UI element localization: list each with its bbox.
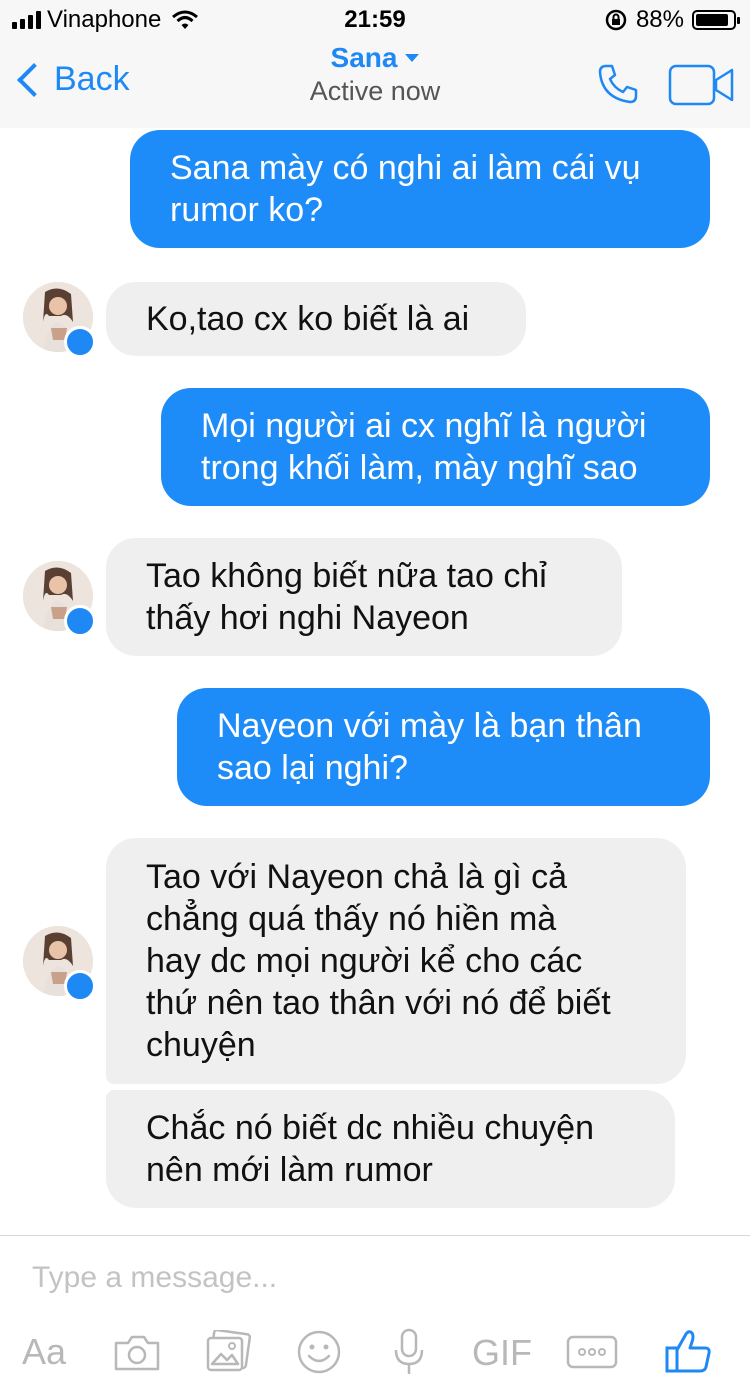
camera-icon[interactable]	[112, 1333, 162, 1373]
navigation-bar: Back Sana Active now	[0, 40, 750, 128]
outgoing-message[interactable]: Sana mày có nghi ai làm cái vụ rumor ko?	[130, 130, 710, 248]
status-right: 88%	[604, 6, 740, 34]
more-icon[interactable]	[566, 1334, 618, 1370]
outgoing-message[interactable]: Nayeon với mày là bạn thân sao lại nghi?	[177, 688, 710, 806]
incoming-message[interactable]: Tao với Nayeon chả là gì cả chẳng quá th…	[106, 838, 686, 1084]
message-line: sao lại nghi?	[217, 749, 408, 787]
message-line: Tao không biết nữa tao chỉ	[146, 557, 547, 595]
message-line: Sana mày có nghi ai làm cái vụ	[170, 149, 641, 187]
messenger-badge-icon	[64, 605, 96, 637]
thumbs-up-icon[interactable]	[664, 1328, 712, 1374]
message-line: trong khối làm, mày nghĩ sao	[201, 449, 638, 487]
status-bar: Vinaphone 21:59 88%	[0, 0, 750, 40]
message-line: thứ nên tao thân với nó để biết	[146, 984, 611, 1022]
contact-name: Sana	[330, 42, 398, 73]
rotation-lock-icon	[605, 9, 627, 31]
emoji-icon[interactable]	[296, 1329, 342, 1375]
microphone-icon[interactable]	[392, 1328, 426, 1376]
text-format-icon[interactable]: Aa	[22, 1331, 66, 1373]
battery-icon	[692, 10, 740, 30]
battery-percent: 88%	[635, 6, 684, 33]
message-line: Mọi người ai cx nghĩ là người	[201, 407, 647, 445]
message-line: Tao với Nayeon chả là gì cả	[146, 858, 568, 896]
message-line: rumor ko?	[170, 191, 324, 229]
message-line: hay dc mọi người kể cho các	[146, 942, 583, 980]
phone-call-icon[interactable]	[596, 62, 640, 106]
gif-icon[interactable]: GIF	[472, 1332, 532, 1374]
messenger-badge-icon	[64, 326, 96, 358]
outgoing-message[interactable]: Mọi người ai cx nghĩ là người trong khối…	[161, 388, 710, 506]
message-line: chẳng quá thấy nó hiền mà	[146, 900, 557, 938]
incoming-message[interactable]: Chắc nó biết dc nhiều chuyện nên mới làm…	[106, 1090, 675, 1208]
message-line: nên mới làm rumor	[146, 1151, 433, 1189]
message-line: chuyện	[146, 1026, 256, 1064]
message-line: Nayeon với mày là bạn thân	[217, 707, 642, 745]
incoming-message[interactable]: Ko,tao cx ko biết là ai	[106, 282, 526, 356]
message-line: thấy hơi nghi Nayeon	[146, 599, 469, 637]
composer-divider	[0, 1235, 750, 1236]
messenger-badge-icon	[64, 970, 96, 1002]
message-line: Chắc nó biết dc nhiều chuyện	[146, 1109, 594, 1147]
message-line: Ko,tao cx ko biết là ai	[146, 300, 470, 338]
chevron-down-icon	[405, 54, 420, 62]
video-call-icon[interactable]	[668, 64, 736, 106]
incoming-message[interactable]: Tao không biết nữa tao chỉ thấy hơi nghi…	[106, 538, 622, 656]
gallery-icon[interactable]	[204, 1330, 252, 1374]
message-input[interactable]	[32, 1258, 712, 1298]
